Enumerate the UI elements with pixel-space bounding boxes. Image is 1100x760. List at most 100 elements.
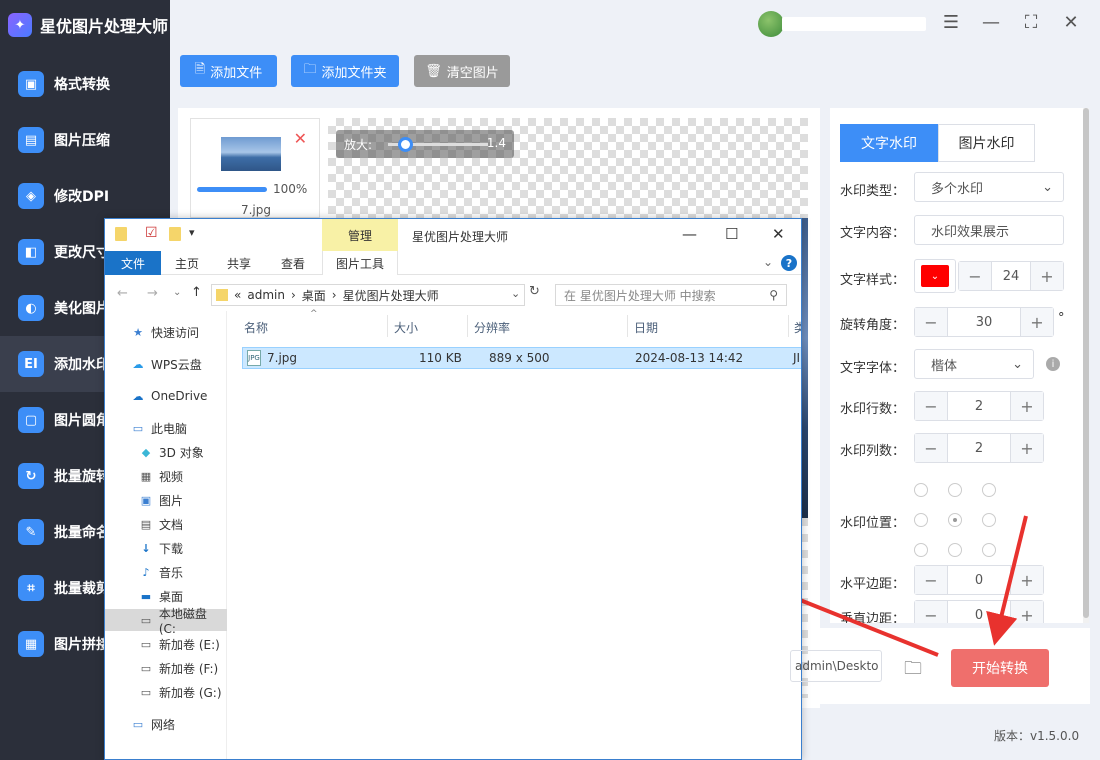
rows-stepper[interactable]: −2 + — [914, 391, 1044, 421]
nav-network[interactable]: ▭ 网络 — [105, 713, 227, 735]
text-content-input[interactable]: 水印效果展示 — [914, 215, 1064, 245]
decrement-button[interactable]: − — [915, 434, 947, 462]
position-bottom-center[interactable] — [948, 543, 962, 557]
help-icon[interactable]: ? — [781, 255, 797, 271]
position-center[interactable] — [948, 513, 962, 527]
breadcrumb-folder[interactable]: 星优图片处理大师 — [343, 287, 439, 304]
ribbon-tab-view[interactable]: 查看 — [271, 251, 315, 275]
font-select[interactable]: 楷体 ⌄ — [914, 349, 1034, 379]
nav-3d-objects[interactable]: ◆ 3D 对象 — [105, 441, 227, 463]
nav-wps-cloud[interactable]: ☁ WPS云盘 — [105, 353, 227, 375]
column-header-type[interactable]: 类 — [794, 319, 801, 336]
cols-stepper[interactable]: −2 + — [914, 433, 1044, 463]
font-size-stepper[interactable]: −24 + — [958, 261, 1064, 291]
cols-value[interactable]: 2 — [947, 434, 1011, 462]
nav-onedrive[interactable]: ☁ OneDrive — [105, 385, 227, 407]
tab-image-watermark[interactable]: 图片水印 — [938, 124, 1035, 162]
position-top-center[interactable] — [948, 483, 962, 497]
nav-this-pc[interactable]: ▭ 此电脑 — [105, 417, 227, 439]
up-arrow-icon[interactable]: ↑ — [191, 285, 202, 300]
increment-button[interactable]: + — [1011, 601, 1043, 623]
ribbon-tab-home[interactable]: 主页 — [165, 251, 209, 275]
settings-icon[interactable]: ☰ — [940, 12, 962, 34]
properties-icon[interactable]: ☑ — [145, 225, 158, 241]
refresh-icon[interactable]: ↻ — [529, 284, 540, 299]
nav-local-disk-c[interactable]: ▭ 本地磁盘 (C: — [105, 607, 227, 636]
nav-volume-f[interactable]: ▭ 新加卷 (F:) — [105, 657, 227, 679]
horizontal-margin-stepper[interactable]: −0 + — [914, 565, 1044, 595]
decrement-button[interactable]: − — [959, 262, 991, 290]
position-top-right[interactable] — [982, 483, 996, 497]
folder-open-icon[interactable]: 🗀 — [904, 656, 922, 686]
column-header-resolution[interactable]: 分辨率 — [474, 319, 510, 336]
sidebar-item-compress[interactable]: ▤ 图片压缩 — [0, 112, 170, 168]
nav-quick-access[interactable]: ★ 快速访问 — [105, 321, 227, 343]
position-bottom-right[interactable] — [982, 543, 996, 557]
horizontal-margin-value[interactable]: 0 — [947, 566, 1011, 594]
position-top-left[interactable] — [914, 483, 928, 497]
sidebar-item-format-convert[interactable]: ▣ 格式转换 — [0, 56, 170, 112]
new-folder-icon[interactable] — [169, 227, 181, 241]
breadcrumb-admin[interactable]: admin — [247, 288, 285, 302]
font-size-value[interactable]: 24 — [991, 262, 1031, 290]
decrement-button[interactable]: − — [915, 566, 947, 594]
zoom-slider-handle[interactable] — [398, 137, 413, 152]
nav-music[interactable]: ♪ 音乐 — [105, 561, 227, 583]
column-divider[interactable] — [788, 315, 789, 337]
breadcrumb-desktop[interactable]: 桌面 — [302, 287, 326, 304]
maximize-button[interactable]: ⛶ — [1020, 12, 1042, 34]
ribbon-tab-file[interactable]: 文件 — [105, 251, 161, 275]
recent-dropdown-icon[interactable]: ⌄ — [173, 287, 181, 298]
tab-text-watermark[interactable]: 文字水印 — [840, 124, 938, 162]
close-button[interactable]: ✕ — [1060, 12, 1082, 34]
column-header-size[interactable]: 大小 — [394, 319, 418, 336]
column-divider[interactable] — [387, 315, 388, 337]
manage-tab[interactable]: 管理 — [322, 219, 398, 251]
ribbon-tab-share[interactable]: 共享 — [217, 251, 261, 275]
back-arrow-icon[interactable]: ← — [117, 286, 128, 301]
scrollbar-thumb[interactable] — [1083, 108, 1089, 618]
forward-arrow-icon[interactable]: → — [147, 286, 158, 301]
address-overflow[interactable]: « — [234, 288, 241, 302]
nav-documents[interactable]: ▤ 文档 — [105, 513, 227, 535]
increment-button[interactable]: + — [1021, 308, 1053, 336]
sidebar-item-dpi[interactable]: ◈ 修改DPI — [0, 168, 170, 224]
rows-value[interactable]: 2 — [947, 392, 1011, 420]
table-row[interactable]: JPG 7.jpg 110 KB 889 x 500 2024-08-13 14… — [242, 347, 801, 369]
add-file-button[interactable]: 🗎 添加文件 — [180, 55, 277, 87]
increment-button[interactable]: + — [1011, 392, 1043, 420]
add-folder-button[interactable]: 🗀 添加文件夹 — [291, 55, 399, 87]
rotation-value[interactable]: 30 — [947, 308, 1021, 336]
increment-button[interactable]: + — [1011, 566, 1043, 594]
increment-button[interactable]: + — [1011, 434, 1043, 462]
nav-videos[interactable]: ▦ 视频 — [105, 465, 227, 487]
chevron-down-icon[interactable]: ⌄ — [763, 255, 773, 269]
address-bar[interactable]: « admin › 桌面 › 星优图片处理大师 — [211, 284, 525, 306]
nav-pictures[interactable]: ▣ 图片 — [105, 489, 227, 511]
explorer-search-input[interactable]: 在 星优图片处理大师 中搜索 ⚲ — [555, 284, 787, 306]
quick-access-dropdown-icon[interactable]: ▾ — [189, 226, 195, 239]
watermark-type-select[interactable]: 多个水印 ⌄ — [914, 172, 1064, 202]
image-thumbnail-card[interactable]: ✕ 100% 7.jpg — [190, 118, 320, 218]
info-icon[interactable]: i — [1046, 357, 1060, 371]
position-bottom-left[interactable] — [914, 543, 928, 557]
nav-downloads[interactable]: ↓ 下载 — [105, 537, 227, 559]
close-button[interactable]: ✕ — [772, 225, 785, 243]
position-middle-right[interactable] — [982, 513, 996, 527]
increment-button[interactable]: + — [1031, 262, 1063, 290]
decrement-button[interactable]: − — [915, 601, 947, 623]
column-header-date[interactable]: 日期 — [634, 319, 658, 336]
remove-image-icon[interactable]: ✕ — [294, 129, 307, 148]
clear-images-button[interactable]: 🗑 清空图片 — [414, 55, 510, 87]
decrement-button[interactable]: − — [915, 392, 947, 420]
avatar[interactable] — [758, 11, 784, 37]
minimize-button[interactable]: — — [682, 225, 697, 243]
vertical-margin-value[interactable]: 0 — [947, 601, 1011, 623]
nav-volume-g[interactable]: ▭ 新加卷 (G:) — [105, 681, 227, 703]
panel-scrollbar[interactable] — [1083, 108, 1089, 623]
nav-volume-e[interactable]: ▭ 新加卷 (E:) — [105, 633, 227, 655]
decrement-button[interactable]: − — [915, 308, 947, 336]
text-color-picker[interactable]: ⌄ — [914, 259, 956, 293]
vertical-margin-stepper[interactable]: −0 + — [914, 600, 1044, 623]
search-icon[interactable]: ⚲ — [769, 288, 778, 302]
